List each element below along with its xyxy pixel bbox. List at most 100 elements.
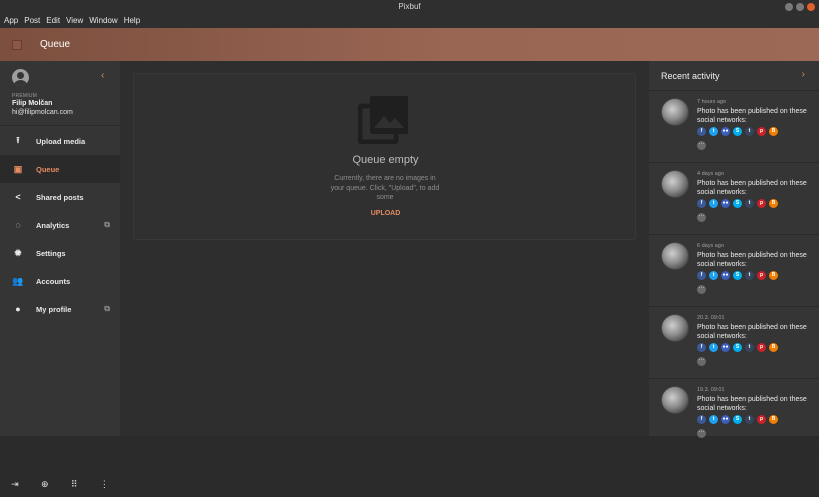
flickr-icon[interactable]: ●●	[721, 199, 730, 208]
sidebar-item-label: Accounts	[36, 276, 71, 286]
tumblr-icon[interactable]: t	[745, 271, 754, 280]
network-icons: f t ●● St p B	[697, 415, 778, 424]
more-vert-icon[interactable]: ⋮	[100, 479, 109, 490]
globe-icon[interactable]: ⊕	[41, 479, 49, 490]
activity-message: Photo has been published on these social…	[697, 324, 807, 340]
queue-empty-panel: Queue empty Currently, there are no imag…	[133, 73, 636, 240]
page-title: Queue	[40, 39, 71, 50]
network-icons: f t ●● St p B	[697, 199, 778, 208]
window-title: Pixbuf	[398, 2, 421, 11]
flickr-icon[interactable]: ●●	[721, 415, 730, 424]
skype-icon[interactable]: S	[733, 127, 742, 136]
exit-icon[interactable]: ⇥	[11, 479, 19, 490]
menu-bar: App Post Edit View Window Help	[0, 14, 819, 28]
gear-icon: ✹	[14, 247, 22, 258]
photo-thumbnail[interactable]	[661, 242, 689, 270]
activity-item[interactable]: 7 hours ago Photo has been published on t…	[649, 92, 819, 163]
menu-post[interactable]: Post	[24, 14, 40, 28]
facebook-icon[interactable]: f	[697, 199, 706, 208]
tumblr-icon[interactable]: t	[745, 415, 754, 424]
photo-thumbnail[interactable]	[661, 98, 689, 126]
skype-icon[interactable]: S	[733, 271, 742, 280]
pinterest-icon[interactable]: p	[757, 415, 766, 424]
more-networks-icon[interactable]: ···	[697, 429, 706, 438]
flickr-icon[interactable]: ●●	[721, 271, 730, 280]
window-controls	[785, 3, 815, 11]
blogger-icon[interactable]: B	[769, 343, 778, 352]
pinterest-icon[interactable]: p	[757, 199, 766, 208]
menu-app[interactable]: App	[4, 14, 18, 28]
flickr-icon[interactable]: ●●	[721, 343, 730, 352]
apps-grid-icon[interactable]: ⠿	[71, 479, 78, 490]
queue-icon	[12, 39, 22, 50]
pinterest-icon[interactable]: p	[757, 127, 766, 136]
skype-icon[interactable]: S	[733, 199, 742, 208]
skype-icon[interactable]: S	[733, 343, 742, 352]
blogger-icon[interactable]: B	[769, 127, 778, 136]
activity-item[interactable]: 20.3. 09:01 Photo has been published on t…	[649, 308, 819, 379]
minimize-button[interactable]	[785, 3, 793, 11]
activity-message: Photo has been published on these social…	[697, 252, 807, 268]
blogger-icon[interactable]: B	[769, 199, 778, 208]
photo-thumbnail[interactable]	[661, 314, 689, 342]
close-button[interactable]	[807, 3, 815, 11]
sidebar-nav: ⭱ Upload media ▣ Queue < Shared posts ◌ …	[0, 127, 120, 323]
activity-item[interactable]: 6 days ago Photo has been published on th…	[649, 236, 819, 307]
sidebar-item-label: Upload media	[36, 136, 86, 146]
pinterest-icon[interactable]: p	[757, 271, 766, 280]
main-content: Queue empty Currently, there are no imag…	[120, 61, 649, 436]
sidebar-item-analytics[interactable]: ◌ Analytics ⧉	[0, 211, 120, 239]
menu-view[interactable]: View	[66, 14, 83, 28]
sidebar-item-label: Analytics	[36, 220, 70, 230]
photo-thumbnail[interactable]	[661, 386, 689, 414]
flickr-icon[interactable]: ●●	[721, 127, 730, 136]
chevron-left-icon[interactable]: ‹	[101, 70, 104, 81]
sidebar-bottom-bar: ⇥ ⊕ ⠿ ⋮	[0, 470, 120, 497]
sidebar-item-settings[interactable]: ✹ Settings	[0, 239, 120, 267]
sidebar-item-accounts[interactable]: 👥 Accounts	[0, 267, 120, 295]
sidebar-item-label: Settings	[36, 248, 66, 258]
twitter-icon[interactable]: t	[709, 415, 718, 424]
sidebar-item-upload-media[interactable]: ⭱ Upload media	[0, 127, 120, 155]
facebook-icon[interactable]: f	[697, 343, 706, 352]
external-link-icon: ⧉	[104, 220, 110, 229]
sidebar-item-shared-posts[interactable]: < Shared posts	[0, 183, 120, 211]
more-networks-icon[interactable]: ···	[697, 285, 706, 294]
tumblr-icon[interactable]: t	[745, 127, 754, 136]
photo-thumbnail[interactable]	[661, 170, 689, 198]
chevron-right-icon[interactable]: ›	[802, 69, 805, 80]
sidebar-item-my-profile[interactable]: ● My profile ⧉	[0, 295, 120, 323]
menu-window[interactable]: Window	[89, 14, 117, 28]
profile-section: ‹ PREMIUM Filip Molčan hi@filipmolcan.co…	[0, 61, 120, 126]
more-networks-icon[interactable]: ···	[697, 141, 706, 150]
blogger-icon[interactable]: B	[769, 271, 778, 280]
twitter-icon[interactable]: t	[709, 127, 718, 136]
twitter-icon[interactable]: t	[709, 199, 718, 208]
network-icons: f t ●● St p B	[697, 127, 778, 136]
facebook-icon[interactable]: f	[697, 271, 706, 280]
activity-item[interactable]: 4 days ago Photo has been published on th…	[649, 164, 819, 235]
menu-help[interactable]: Help	[124, 14, 140, 28]
upload-icon: ⭱	[16, 135, 20, 145]
activity-time: 20.3. 09:01	[697, 315, 725, 321]
pinterest-icon[interactable]: p	[757, 343, 766, 352]
activity-item[interactable]: 19.3. 09:01 Photo has been published on t…	[649, 380, 819, 451]
recent-activity-header: Recent activity ›	[649, 61, 819, 91]
external-link-icon: ⧉	[104, 304, 110, 313]
tumblr-icon[interactable]: t	[745, 199, 754, 208]
facebook-icon[interactable]: f	[697, 415, 706, 424]
blogger-icon[interactable]: B	[769, 415, 778, 424]
upload-button[interactable]: UPLOAD	[134, 210, 637, 217]
sidebar-item-queue[interactable]: ▣ Queue	[0, 155, 120, 183]
twitter-icon[interactable]: t	[709, 343, 718, 352]
more-networks-icon[interactable]: ···	[697, 213, 706, 222]
person-icon: ●	[15, 304, 21, 314]
menu-edit[interactable]: Edit	[46, 14, 60, 28]
maximize-button[interactable]	[796, 3, 804, 11]
skype-icon[interactable]: S	[733, 415, 742, 424]
avatar[interactable]	[12, 69, 29, 86]
facebook-icon[interactable]: f	[697, 127, 706, 136]
more-networks-icon[interactable]: ···	[697, 357, 706, 366]
tumblr-icon[interactable]: t	[745, 343, 754, 352]
twitter-icon[interactable]: t	[709, 271, 718, 280]
